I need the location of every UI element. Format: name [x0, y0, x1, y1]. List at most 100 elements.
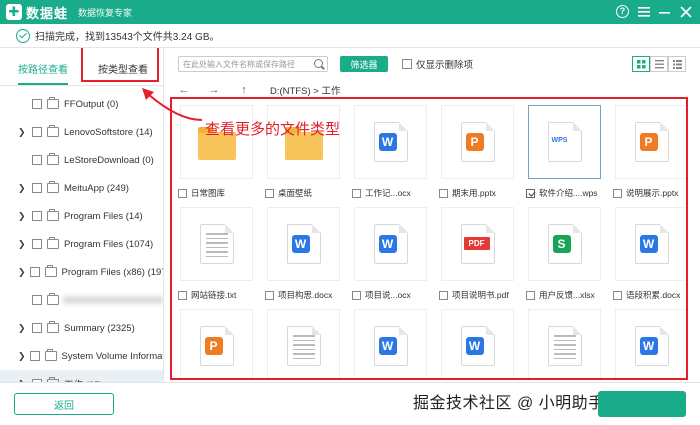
file-item[interactable] [522, 305, 609, 378]
only-deleted-toggle[interactable]: 仅显示删除项 [402, 57, 473, 71]
file-checkbox[interactable] [352, 290, 361, 300]
file-thumbnail[interactable]: W [354, 309, 427, 378]
file-thumbnail[interactable]: W [441, 309, 514, 378]
chevron-right-icon[interactable]: ❯ [18, 127, 28, 138]
file-thumbnail[interactable] [267, 105, 340, 179]
file-thumbnail[interactable]: WPS [528, 105, 601, 179]
file-thumbnail[interactable] [180, 207, 253, 281]
tree-item[interactable]: ❯ Summary (2325) [0, 314, 163, 342]
tree-item[interactable]: ❯ Program Files (1074) [0, 230, 163, 258]
file-item[interactable] [261, 305, 348, 378]
tree-item[interactable]: ❯LeStoreDownload (0) [0, 146, 163, 174]
file-checkbox[interactable] [613, 188, 622, 198]
tree-item-checkbox[interactable] [32, 99, 42, 109]
file-checkbox[interactable] [265, 290, 274, 300]
tree-item[interactable]: ❯ Program Files (x86) (1976 [0, 258, 164, 286]
chevron-right-icon[interactable]: ❯ [18, 351, 26, 362]
file-item[interactable]: 桌面壁纸 [261, 101, 348, 203]
only-deleted-checkbox[interactable] [402, 59, 412, 69]
tree-item-checkbox[interactable] [32, 295, 42, 305]
file-thumbnail[interactable]: W [615, 309, 686, 378]
tree-item-checkbox[interactable] [32, 239, 42, 249]
file-thumbnail[interactable]: S [528, 207, 601, 281]
file-checkbox[interactable] [178, 188, 187, 198]
tree-item[interactable]: ❯ [0, 286, 163, 314]
tab-by-path[interactable]: 按路径查看 [18, 61, 68, 85]
file-item[interactable]: 网站链接.txt [174, 203, 261, 305]
file-thumbnail[interactable]: PDF [441, 207, 514, 281]
file-label: 项目构思.docx [265, 289, 332, 301]
file-checkbox[interactable] [613, 290, 622, 300]
tree-item-checkbox[interactable] [32, 323, 42, 333]
menu-button[interactable] [635, 3, 652, 20]
folder-tree: ❯FFOutput (0)❯LenovoSoftstore (14)❯LeSto… [0, 90, 164, 382]
search-input[interactable]: 在此处输入文件名称或保存路径 [178, 56, 328, 72]
file-item[interactable]: W 语段积累.docx [609, 203, 686, 305]
chevron-right-icon[interactable]: ❯ [18, 323, 28, 334]
file-item[interactable]: PDF 项目说明书.pdf [435, 203, 522, 305]
tree-item-checkbox[interactable] [32, 155, 42, 165]
file-checkbox[interactable] [265, 188, 274, 198]
detail-view-button[interactable] [668, 56, 686, 72]
file-item[interactable]: P 说明展示.pptx [609, 101, 686, 203]
word-file-icon: W [373, 326, 408, 366]
file-checkbox[interactable] [178, 290, 187, 300]
file-checkbox[interactable] [439, 188, 448, 198]
file-item[interactable]: W 项目构思.docx [261, 203, 348, 305]
chevron-right-icon[interactable]: ❯ [18, 211, 28, 222]
tree-item-checkbox[interactable] [32, 183, 42, 193]
file-item[interactable]: P 期末用.pptx [435, 101, 522, 203]
file-item[interactable]: W 工作记...ocx [348, 101, 435, 203]
tree-item[interactable]: ❯ MeituApp (249) [0, 174, 163, 202]
search-icon[interactable] [314, 59, 323, 68]
file-checkbox[interactable] [526, 290, 535, 300]
file-item[interactable]: W [435, 305, 522, 378]
help-button[interactable]: ? [614, 3, 631, 20]
tree-item[interactable]: ❯ Program Files (14) [0, 202, 163, 230]
grid-view-button[interactable] [632, 56, 650, 72]
tree-item-checkbox[interactable] [32, 127, 42, 137]
list-view-button[interactable] [650, 56, 668, 72]
file-item[interactable]: W [609, 305, 686, 378]
tree-item-label: Program Files (x86) (1976 [61, 266, 164, 278]
file-thumbnail[interactable]: W [615, 207, 686, 281]
tree-item-label: System Volume Informati [61, 350, 164, 362]
folder-icon [47, 321, 59, 333]
file-name: 项目说...ocx [365, 290, 411, 300]
file-checkbox[interactable] [352, 188, 361, 198]
file-name: 用户反馈...xlsx [539, 290, 595, 300]
file-thumbnail[interactable]: P [615, 105, 686, 179]
file-item[interactable]: W [348, 305, 435, 378]
file-thumbnail[interactable]: P [441, 105, 514, 179]
menu-icon [637, 6, 650, 17]
back-button[interactable]: 返回 [14, 393, 114, 415]
filter-button[interactable]: 筛选器 [340, 56, 388, 72]
file-thumbnail[interactable] [267, 309, 340, 378]
file-thumbnail[interactable]: W [354, 207, 427, 281]
tree-item[interactable]: ❯ System Volume Informati [0, 342, 164, 370]
toolbar: 在此处输入文件名称或保存路径 筛选器 仅显示删除项 [164, 48, 700, 80]
file-checkbox[interactable] [526, 188, 535, 198]
file-item[interactable]: P [174, 305, 261, 378]
folder-icon [44, 265, 57, 277]
file-thumbnail[interactable]: P [180, 309, 253, 378]
tree-item-checkbox[interactable] [29, 267, 40, 277]
file-thumbnail[interactable]: W [267, 207, 340, 281]
file-label: 项目说明书.pdf [439, 289, 509, 301]
tree-item-checkbox[interactable] [29, 351, 40, 361]
file-checkbox[interactable] [439, 290, 448, 300]
chevron-right-icon[interactable]: ❯ [18, 183, 28, 194]
tree-item-checkbox[interactable] [32, 211, 42, 221]
file-thumbnail[interactable] [528, 309, 601, 378]
minimize-button[interactable] [656, 3, 673, 20]
file-item[interactable]: W 项目说...ocx [348, 203, 435, 305]
chevron-right-icon[interactable]: ❯ [18, 267, 26, 278]
up-arrow-icon[interactable]: ↑ [234, 84, 254, 96]
chevron-right-icon[interactable]: ❯ [18, 239, 28, 250]
file-item[interactable]: WPS 软件介绍....wps [522, 101, 609, 203]
file-item[interactable]: S 用户反馈...xlsx [522, 203, 609, 305]
close-button[interactable] [677, 3, 694, 20]
file-thumbnail[interactable]: W [354, 105, 427, 179]
recover-button[interactable] [598, 391, 686, 417]
tree-item[interactable]: ❯工作 (25) [0, 370, 163, 382]
